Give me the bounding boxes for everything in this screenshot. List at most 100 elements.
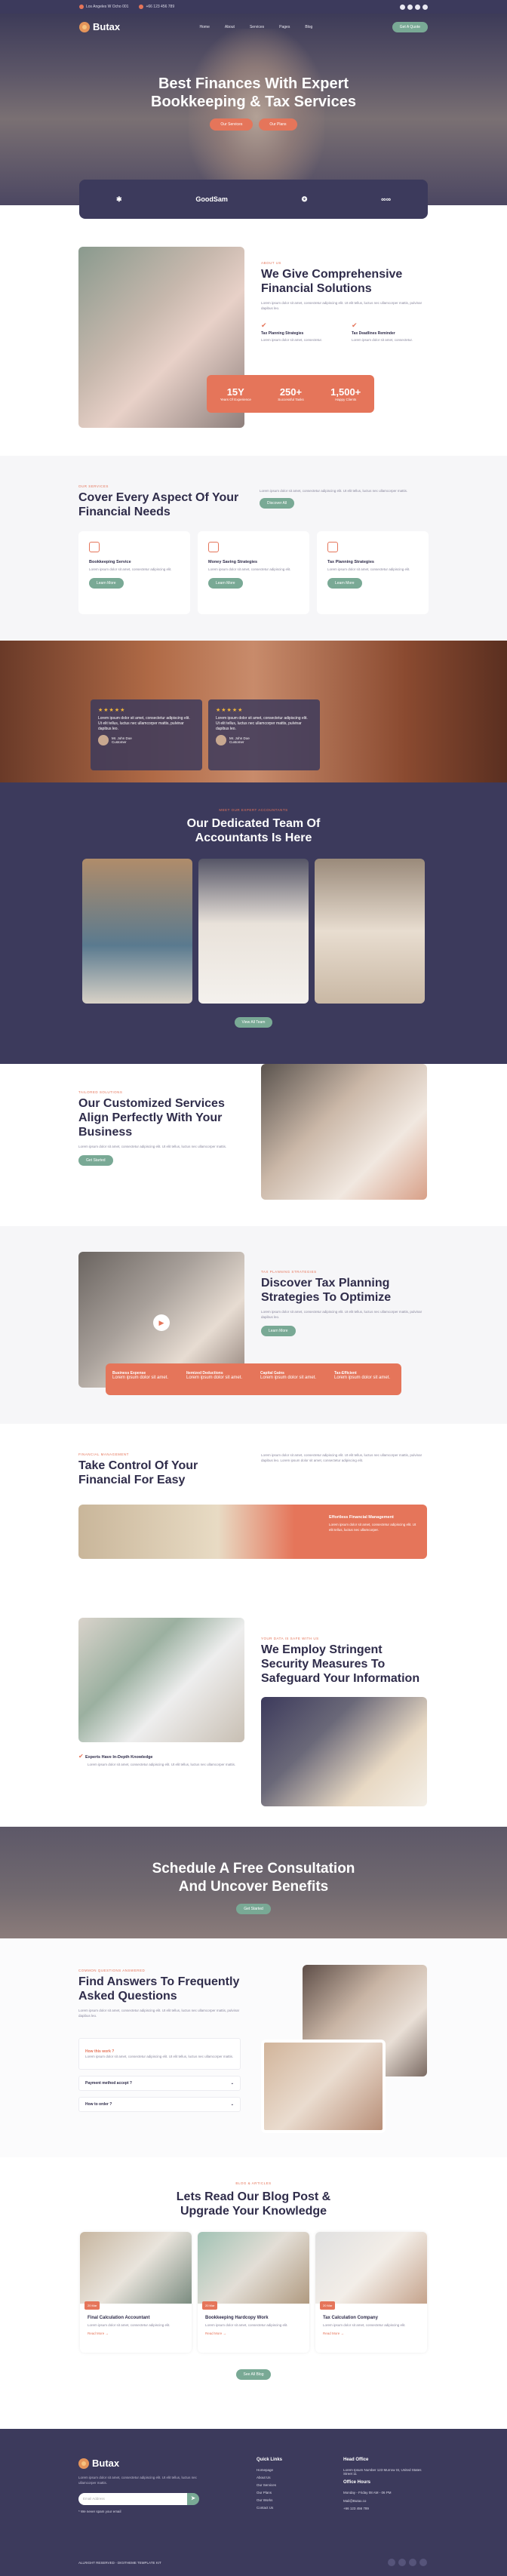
tax-text: Lorem ipsum dolor sit amet, consectetur … [261, 1310, 422, 1319]
post-title[interactable]: Bookkeeping Hardcopy Work [205, 2316, 302, 2320]
footer-email[interactable]: Mail@Butax.co [343, 2499, 428, 2503]
calculator-icon [327, 542, 338, 552]
instagram-icon[interactable] [415, 4, 420, 10]
custom-title: Our Customized Services Align Perfectly … [78, 1097, 225, 1139]
control-title: Take Control Of Your Financial For Easy [78, 1459, 198, 1486]
address-info: Los Angeles W Ocho 001 [79, 5, 128, 9]
discover-all-button[interactable]: Discover All [260, 498, 295, 509]
our-services-button[interactable]: Our Services [210, 118, 254, 131]
newsletter-note: * We never spam your email [78, 2510, 121, 2513]
get-started-button[interactable]: Get Started [78, 1155, 113, 1166]
control-text: Lorem ipsum dolor sit amet, consectetur … [261, 1453, 422, 1462]
footer-link[interactable]: Contact Us [257, 2506, 332, 2510]
view-all-team-button[interactable]: View All Team [234, 1017, 273, 1028]
section-label: Your Data Is Safe With Us [261, 1637, 319, 1640]
faq-question: Payment method accept ? [85, 2081, 132, 2086]
security-section: Your Data Is Safe With Us We Employ Stri… [0, 1591, 507, 1827]
youtube-icon[interactable] [419, 2559, 427, 2566]
twitter-icon[interactable] [407, 4, 413, 10]
faq-item[interactable]: How this work ? Lorem ipsum dolor sit ame… [78, 2038, 241, 2070]
faq-item[interactable]: Payment method accept ? ⌄ [78, 2076, 241, 2091]
site-logo[interactable]: Butax [79, 21, 120, 32]
social-links [400, 4, 428, 10]
footer-heading: Quick Links [257, 2458, 283, 2462]
get-started-button[interactable]: Get Started [236, 1904, 271, 1914]
blog-section: Blog & Articles Lets Read Our Blog Post … [0, 2157, 507, 2429]
footer-link[interactable]: Our Services [257, 2483, 332, 2487]
team-member-photo[interactable] [82, 859, 192, 1004]
tax-feature-text: Lorem ipsum dolor sit amet. [334, 1376, 391, 1380]
facebook-icon[interactable] [388, 2559, 395, 2566]
learn-more-button[interactable]: Learn More [208, 578, 243, 589]
footer-link[interactable]: Our Works [257, 2498, 332, 2502]
testimonial-quote: Lorem ipsum dolor sit amet, consectetur … [216, 716, 308, 731]
office-address: Lorem Ipsum Number 123 Murrow St, United… [343, 2468, 422, 2476]
stats-bar: 15Y Years Of Experience 250+ Successful Ta… [207, 375, 374, 413]
section-label: Blog & Articles [235, 2181, 272, 2185]
twitter-icon[interactable] [398, 2559, 406, 2566]
service-card: Tax Planning Strategies Lorem ipsum dolor… [317, 531, 429, 614]
youtube-icon[interactable] [422, 4, 428, 10]
faq-question: How to order ? [85, 2102, 112, 2107]
blog-card[interactable]: 20 Mar Bookkeeping Hardcopy Work Lorem ips… [198, 2232, 309, 2353]
testimonials-section: ★★★★★ Lorem ipsum dolor sit amet, consect… [0, 641, 507, 782]
consult-title: Schedule A Free Consultation And Uncover… [152, 1861, 355, 1895]
phone-info: +66 123 456 789 [139, 5, 174, 9]
brand-logo: ✱ [115, 195, 122, 203]
facebook-icon[interactable] [400, 4, 405, 10]
get-quote-button[interactable]: Get A Quote [392, 21, 428, 32]
send-icon[interactable]: ➤ [187, 2493, 199, 2505]
brand-strip: ✱ GoodSam ❂ ∞∞ [79, 180, 428, 219]
security-feature-title: Experts Have In-Depth Knowledge [84, 1755, 153, 1760]
read-more-link[interactable]: Read More → [205, 2332, 302, 2335]
consultation-banner: Schedule A Free Consultation And Uncover… [0, 1827, 507, 1938]
hero-section: Butax Home About Services Pages Blog Get… [0, 14, 507, 205]
menu-services[interactable]: Services [250, 25, 264, 29]
author-role: Customer [229, 740, 244, 744]
menu-pages[interactable]: Pages [279, 25, 290, 29]
footer-link[interactable]: Homepage [257, 2468, 332, 2472]
post-excerpt: Lorem ipsum dolor sit amet, consectetur … [323, 2323, 406, 2327]
read-more-link[interactable]: Read More → [88, 2332, 184, 2335]
tax-section: ▶ Tax Planning Strategies Discover Tax P… [0, 1226, 507, 1424]
post-image: 20 Mar [198, 2232, 309, 2310]
brand-logo: ∞∞ [381, 195, 392, 203]
newsletter-input[interactable]: Email Address [78, 2493, 187, 2505]
our-plans-button[interactable]: Our Plans [259, 118, 297, 131]
menu-blog[interactable]: Blog [305, 25, 312, 29]
team-member-photo[interactable] [315, 859, 425, 1004]
post-title[interactable]: Tax Calculation Company [323, 2316, 419, 2320]
services-title: Cover Every Aspect Of Your Financial Nee… [78, 491, 239, 518]
faq-item[interactable]: How to order ? ⌄ [78, 2097, 241, 2112]
learn-more-button[interactable]: Learn More [261, 1326, 296, 1336]
section-label: Tax Planning Strategies [261, 1270, 317, 1274]
footer-phone[interactable]: +66 123 456 789 [343, 2507, 428, 2510]
blog-card[interactable]: 20 Mar Final Calculation Accountant Lorem … [80, 2232, 192, 2353]
tax-features-bar: Business Expense Lorem ipsum dolor sit am… [106, 1363, 401, 1395]
menu-home[interactable]: Home [200, 25, 210, 29]
learn-more-button[interactable]: Learn More [89, 578, 124, 589]
see-all-blog-button[interactable]: See All Blog [235, 2369, 272, 2380]
team-member-photo[interactable] [198, 859, 309, 1004]
footer-link[interactable]: About Us [257, 2476, 332, 2479]
site-footer: Butax Lorem ipsum dolor sit amet, consec… [0, 2429, 507, 2576]
testimonial-card: ★★★★★ Lorem ipsum dolor sit amet, consect… [91, 699, 202, 770]
card-title: Tax Planning Strategies [327, 560, 374, 564]
footer-logo[interactable]: Butax [78, 2458, 199, 2469]
rating-stars: ★★★★★ [216, 708, 244, 713]
menu-about[interactable]: About [225, 25, 235, 29]
instagram-icon[interactable] [409, 2559, 416, 2566]
read-more-link[interactable]: Read More → [323, 2332, 419, 2335]
learn-more-button[interactable]: Learn More [327, 578, 362, 589]
security-image [78, 1618, 244, 1742]
post-title[interactable]: Final Calculation Accountant [88, 2316, 184, 2320]
footer-link[interactable]: Our Plans [257, 2491, 332, 2495]
footer-text: Lorem ipsum dolor sit amet, consectetur … [78, 2476, 197, 2485]
faq-text: Lorem ipsum dolor sit amet, consectetur … [78, 2009, 240, 2018]
author-role: Customer [112, 740, 127, 744]
team-section: Meet Our Expert Accountants Our Dedicate… [0, 782, 507, 1064]
blog-card[interactable]: 20 Mar Tax Calculation Company Lorem ipsum… [315, 2232, 427, 2353]
play-icon[interactable]: ▶ [153, 1314, 170, 1331]
phone-icon [139, 5, 144, 9]
services-section: Our Services Cover Every Aspect Of Your … [0, 456, 507, 641]
